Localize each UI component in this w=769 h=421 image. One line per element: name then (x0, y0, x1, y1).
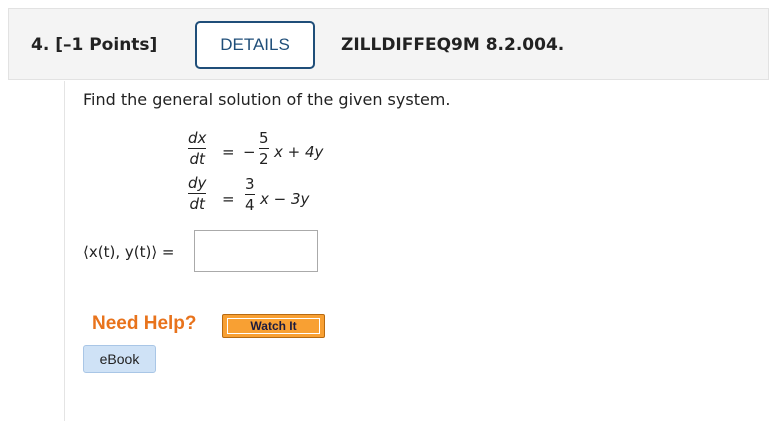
eq2-rest: x − 3y (260, 190, 310, 208)
eq2-lhs-numerator: dy (188, 174, 207, 192)
eq1-equals: = (222, 143, 235, 161)
question-prompt: Find the general solution of the given s… (83, 90, 451, 109)
eq1-sign: − (243, 143, 256, 161)
details-button[interactable]: DETAILS (195, 21, 315, 69)
question-id: ZILLDIFFEQ9M 8.2.004. (341, 35, 565, 55)
eq1-rest: x + 4y (274, 143, 324, 161)
eq1-lhs-numerator: dx (188, 129, 207, 147)
eq1-coef-denominator: 2 (259, 150, 269, 168)
answer-label: ⟨x(t), y(t)⟩ = (83, 243, 175, 261)
eq1-lhs-denominator: dt (189, 150, 205, 168)
eq2-equals: = (222, 190, 235, 208)
eq2-lhs-fraction: dy dt (188, 174, 207, 213)
content-border (64, 81, 65, 421)
eq1-lhs-fraction: dx dt (188, 129, 207, 168)
eq2-coef-denominator: 4 (245, 196, 255, 214)
question-number: 4. [–1 Points] (31, 35, 158, 55)
eq1-coef-numerator: 5 (259, 129, 269, 147)
need-help-label: Need Help? (92, 313, 197, 334)
eq2-lhs-denominator: dt (189, 195, 205, 213)
watch-it-label: Watch It (227, 318, 320, 334)
eq2-coef-numerator: 3 (245, 175, 255, 193)
eq2-coefficient-fraction: 3 4 (245, 176, 255, 214)
question-header: 4. [–1 Points] DETAILS ZILLDIFFEQ9M 8.2.… (8, 8, 769, 80)
watch-it-button[interactable]: Watch It (222, 314, 325, 338)
ebook-button[interactable]: eBook (83, 345, 156, 373)
answer-input[interactable] (194, 230, 318, 272)
eq1-coefficient-fraction: 5 2 (259, 130, 269, 168)
